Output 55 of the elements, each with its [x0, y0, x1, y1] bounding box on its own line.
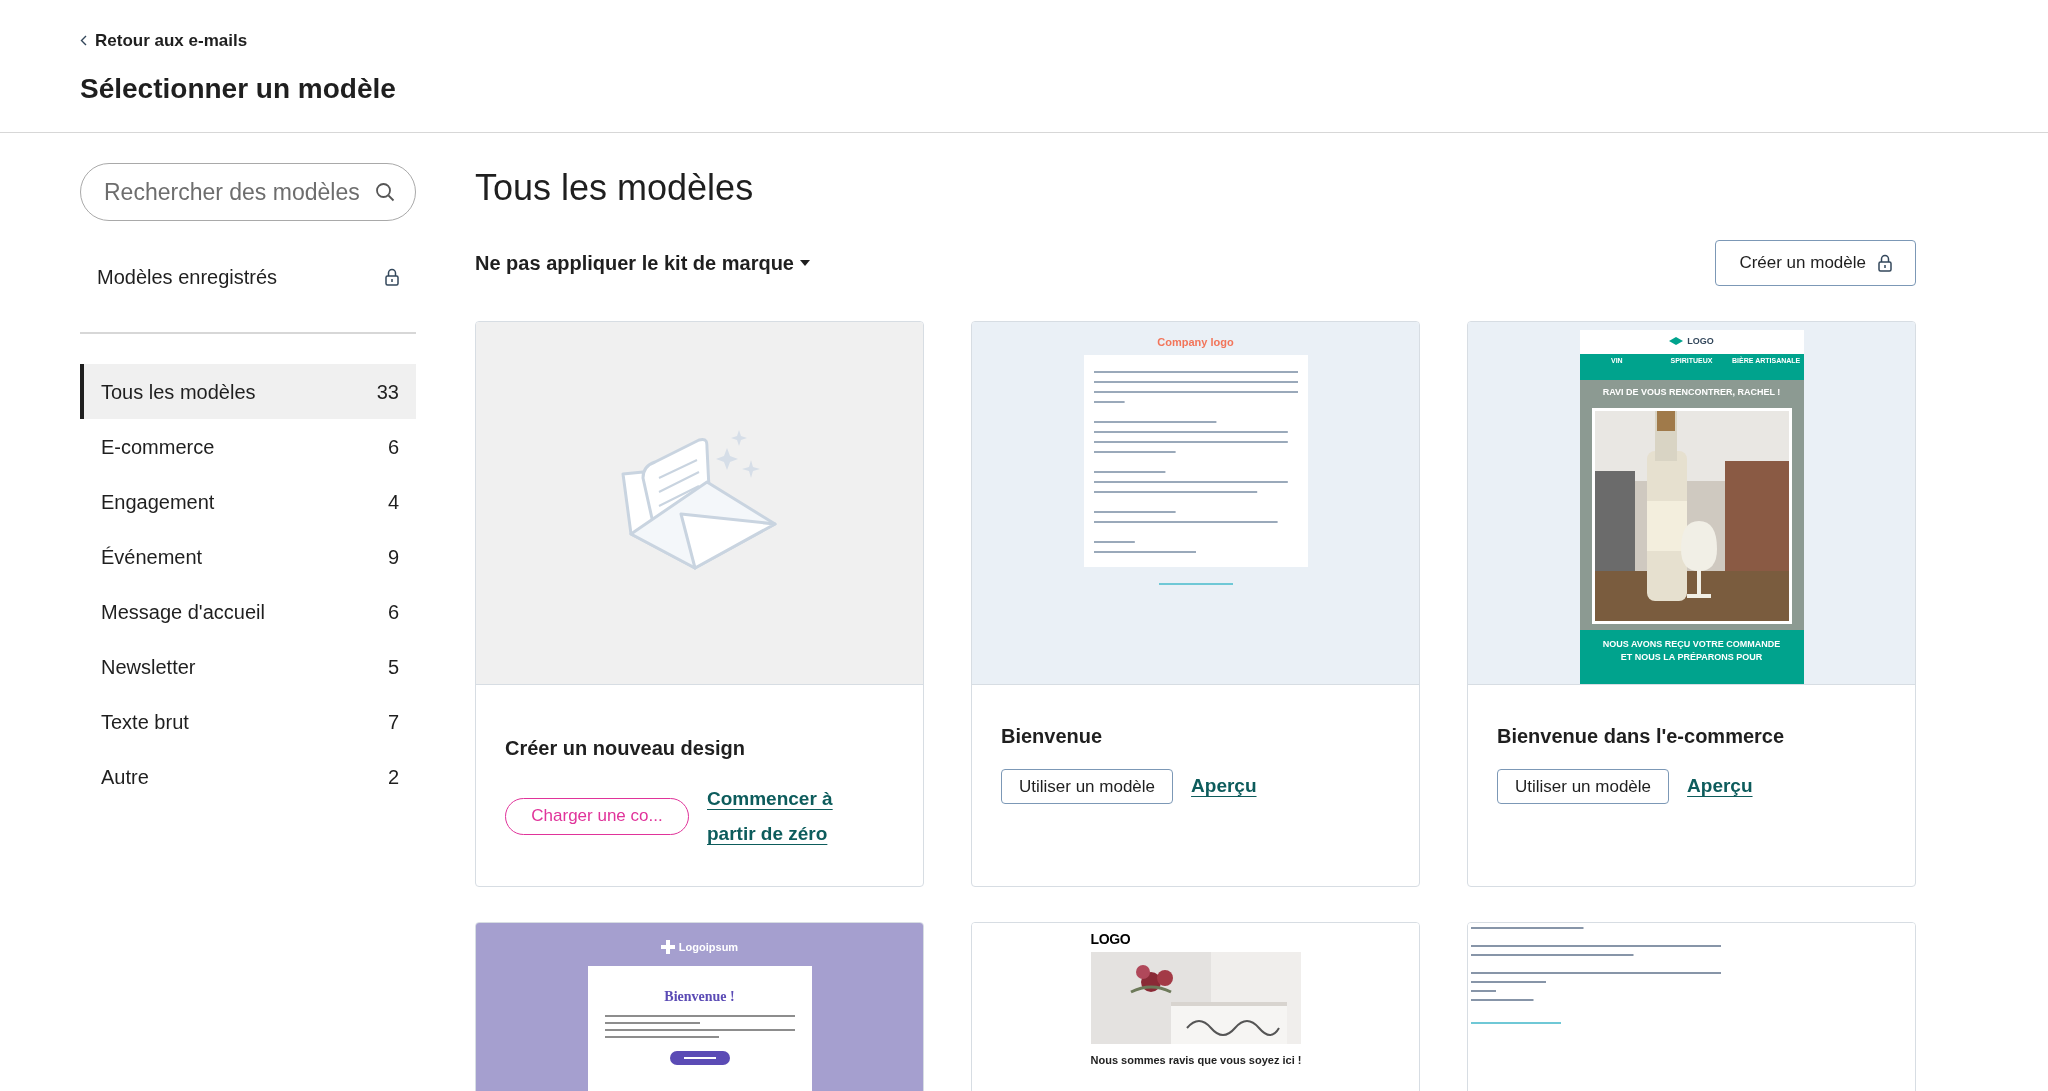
category-count: 5 [387, 654, 399, 680]
category-label: Engagement [101, 489, 215, 515]
visit-site-button-drawing [669, 1050, 730, 1065]
logo-text: LOGO [1090, 930, 1132, 949]
category-item[interactable]: Texte brut 7 [80, 694, 416, 749]
category-item[interactable]: Newsletter 5 [80, 639, 416, 694]
category-item[interactable]: Tous les modèles 33 [80, 364, 416, 419]
search-icon [375, 182, 395, 202]
category-label: Newsletter [101, 654, 196, 680]
category-count: 6 [387, 434, 399, 460]
welcome-heading: Bienvenue ! [664, 987, 735, 1006]
company-logo: Company logo [1157, 335, 1234, 350]
welcome-heading: Nous sommes ravis que vous soyez ici ! [1090, 1053, 1301, 1068]
greeting-text: RAVI DE VOUS RENCONTRER, RACHEL ! [1602, 386, 1781, 399]
preview-link[interactable]: Aperçu [1191, 772, 1257, 801]
category-item[interactable]: Événement 9 [80, 529, 416, 584]
category-label: Message d'accueil [101, 599, 265, 625]
category-label: E-commerce [101, 434, 215, 460]
caret-icon [800, 260, 810, 266]
lock-icon [385, 267, 399, 286]
saved-templates-label[interactable]: Modèles enregistrés [97, 261, 278, 292]
card-title: Créer un nouveau design [505, 736, 747, 761]
search-input[interactable]: Rechercher des modèles [104, 174, 365, 210]
category-label: Événement [101, 544, 203, 570]
back-link[interactable]: Retour aux e-mails [80, 28, 1968, 54]
logo-icon [1669, 337, 1684, 347]
use-template-button[interactable]: Utiliser un modèle [1001, 769, 1174, 804]
category-count: 4 [387, 489, 399, 515]
category-item[interactable]: E-commerce 6 [80, 419, 416, 474]
category-count: 9 [387, 544, 399, 570]
brand-kit-dropdown[interactable]: Ne pas appliquer le kit de marque [475, 248, 810, 278]
category-count: 7 [387, 709, 399, 735]
start-from-scratch-link[interactable]: Commencer à partir de zéro [707, 781, 857, 851]
logo-icon [660, 940, 675, 955]
logo-text: LOGO [1687, 335, 1714, 349]
category-count: 33 [376, 379, 399, 405]
banner-text: NOUS AVONS REÇU VOTRE COMMANDE ET NOUS LA PRÉPARONS POUR [1601, 638, 1782, 664]
section-title: Tous les modèles [475, 166, 755, 210]
logo-text: Logoipsum [678, 940, 739, 955]
card-title: Bienvenue [1001, 724, 1104, 749]
category-label: Tous les modèles [101, 379, 256, 405]
category-item[interactable]: Autre 2 [80, 749, 416, 804]
category-label: Texte brut [101, 709, 189, 735]
category-item[interactable]: Message d'accueil 6 [80, 584, 416, 639]
category-count: 6 [387, 599, 399, 625]
create-template-button[interactable]: Créer un modèle [1715, 240, 1916, 286]
use-template-button[interactable]: Utiliser un modèle [1497, 769, 1670, 804]
page-title: Sélectionner un modèle [80, 71, 397, 106]
lock-icon [1878, 254, 1892, 272]
category-count: 2 [387, 764, 399, 790]
preview-link[interactable]: Aperçu [1687, 772, 1753, 801]
category-item[interactable]: Engagement 4 [80, 474, 416, 529]
category-label: Autre [101, 764, 149, 790]
card-title: Bienvenue dans l'e-commerce [1497, 724, 1786, 749]
chevron-left-icon [80, 35, 87, 47]
